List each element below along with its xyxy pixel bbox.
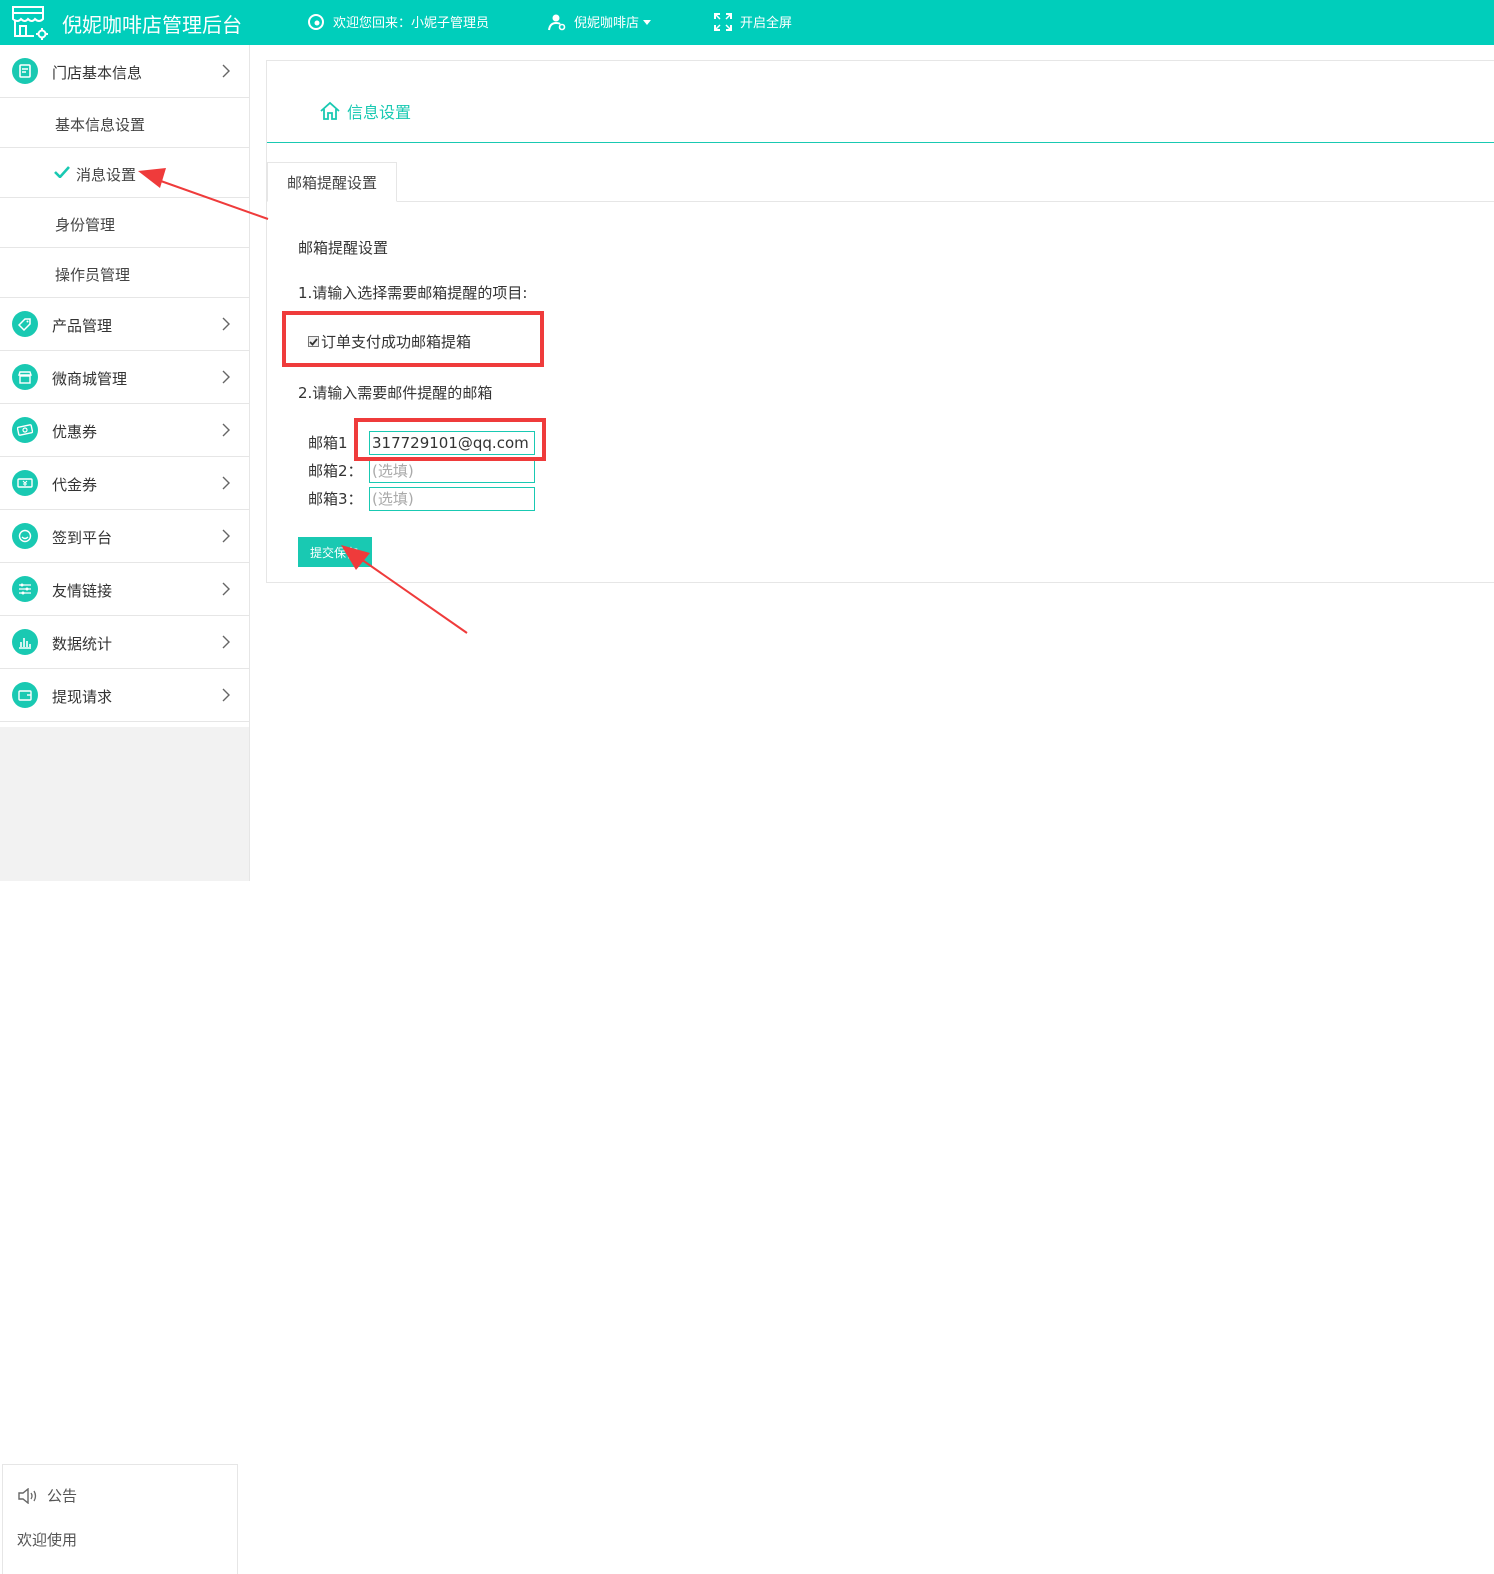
- expand-icon: [714, 12, 732, 31]
- smile-icon: [12, 523, 38, 549]
- sidebar-subitem-identity[interactable]: 身份管理: [0, 198, 249, 248]
- app-title: 倪妮咖啡店管理后台: [62, 13, 242, 37]
- fullscreen-button[interactable]: 开启全屏: [714, 12, 792, 31]
- home-icon: [320, 101, 340, 120]
- header-divider: [267, 142, 1494, 143]
- notice-header: 公告: [17, 1485, 77, 1506]
- sidebar-item-withdraw[interactable]: 提现请求: [0, 669, 249, 722]
- chevron-right-icon: [222, 688, 230, 702]
- sidebar-item-links[interactable]: 友情链接: [0, 563, 249, 616]
- annotation-highlight-checkbox: [282, 311, 544, 367]
- sidebar-item-label: 数据统计: [52, 635, 113, 653]
- welcome-text: 欢迎您回来：小妮子管理员: [307, 12, 489, 31]
- sidebar-item-store-info[interactable]: 门店基本信息: [0, 45, 249, 98]
- notice-area: 公告 欢迎使用: [0, 727, 249, 1574]
- step1-label: 1.请输入选择需要邮箱提醒的项目:: [298, 284, 528, 302]
- wallet-icon: [12, 682, 38, 708]
- sidebar-item-label: 优惠券: [52, 423, 98, 441]
- sidebar-subitem-label: 操作员管理: [55, 266, 131, 284]
- document-icon: [12, 58, 38, 84]
- sidebar-subitem-basic-info[interactable]: 基本信息设置: [0, 98, 249, 148]
- sidebar-subitem-operators[interactable]: 操作员管理: [0, 248, 249, 298]
- sliders-icon: [12, 576, 38, 602]
- sidebar-item-label: 友情链接: [52, 582, 113, 600]
- step2-label: 2.请输入需要邮件提醒的邮箱: [298, 384, 493, 402]
- sidebar-item-label: 签到平台: [52, 529, 113, 547]
- bar-chart-icon: [12, 629, 38, 655]
- annotation-highlight-email: [354, 418, 546, 461]
- notice-panel: 公告 欢迎使用: [2, 1464, 238, 1574]
- sidebar-subitem-label: 基本信息设置: [55, 116, 146, 134]
- tag-icon: [12, 311, 38, 337]
- fullscreen-label: 开启全屏: [740, 16, 793, 31]
- breadcrumb-label: 信息设置: [347, 103, 412, 122]
- chevron-right-icon: [222, 635, 230, 649]
- sidebar-item-coupons[interactable]: 优惠券: [0, 404, 249, 457]
- section-title: 邮箱提醒设置: [298, 239, 389, 257]
- sidebar-item-mall[interactable]: 微商城管理: [0, 351, 249, 404]
- chevron-right-icon: [222, 64, 230, 78]
- refresh-user-icon: [308, 13, 324, 30]
- chevron-right-icon: [222, 529, 230, 543]
- chevron-right-icon: [222, 476, 230, 490]
- speaker-icon: [18, 1487, 37, 1504]
- sidebar-item-label: 门店基本信息: [52, 64, 143, 82]
- store-dropdown[interactable]: 倪妮咖啡店: [548, 12, 652, 31]
- store-name: 倪妮咖啡店: [574, 16, 640, 31]
- voucher-icon: [12, 470, 38, 496]
- user-settings-icon: [548, 14, 566, 30]
- check-icon: [54, 166, 70, 178]
- sidebar-subitem-label: 消息设置: [76, 166, 137, 184]
- sidebar-subitem-label: 身份管理: [55, 216, 116, 234]
- submit-save-button[interactable]: 提交保存: [298, 537, 372, 567]
- chevron-right-icon: [222, 582, 230, 596]
- email2-label: 邮箱2：: [308, 462, 363, 480]
- sidebar-item-label: 微商城管理: [52, 370, 128, 388]
- tab-bar-divider: [267, 201, 1494, 202]
- chevron-right-icon: [222, 370, 230, 384]
- sidebar-item-label: 提现请求: [52, 688, 113, 706]
- sidebar-item-statistics[interactable]: 数据统计: [0, 616, 249, 669]
- sidebar-subitem-message-settings[interactable]: 消息设置: [0, 148, 249, 198]
- shop-icon: [12, 364, 38, 390]
- sidebar-item-vouchers[interactable]: 代金券: [0, 457, 249, 510]
- sidebar-item-label: 产品管理: [52, 317, 113, 335]
- breadcrumb[interactable]: 信息设置: [319, 99, 411, 123]
- email2-input[interactable]: [369, 459, 535, 483]
- tab-email-reminder[interactable]: 邮箱提醒设置: [267, 162, 397, 202]
- email1-label: 邮箱1: [308, 434, 348, 452]
- sidebar-item-label: 代金券: [52, 476, 98, 494]
- store-logo-icon: [12, 6, 48, 40]
- sidebar-item-products[interactable]: 产品管理: [0, 298, 249, 351]
- email3-label: 邮箱3：: [308, 490, 363, 508]
- chevron-right-icon: [222, 317, 230, 331]
- caret-down-icon: [643, 19, 652, 25]
- sidebar-item-checkin[interactable]: 签到平台: [0, 510, 249, 563]
- coupon-icon: [12, 417, 38, 443]
- top-bar: 倪妮咖啡店管理后台 欢迎您回来：小妮子管理员 倪妮咖啡店 开启全屏: [0, 0, 1494, 45]
- email3-input[interactable]: [369, 487, 535, 511]
- welcome-label: 欢迎您回来：小妮子管理员: [333, 16, 490, 31]
- chevron-right-icon: [222, 423, 230, 437]
- notice-title: 公告: [47, 1487, 78, 1505]
- notice-text: 欢迎使用: [17, 1531, 78, 1549]
